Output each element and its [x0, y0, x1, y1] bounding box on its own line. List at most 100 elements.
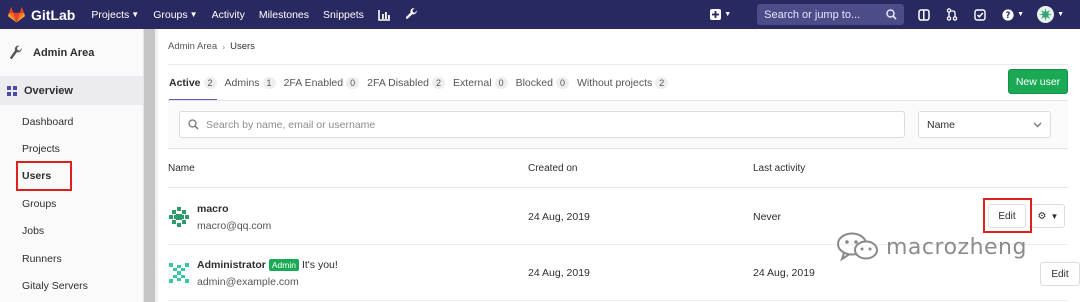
created-on-value: 24 Aug, 2019	[528, 211, 590, 223]
user-actions-dropdown[interactable]: ⚙ ▼	[1031, 204, 1065, 228]
tab-without-projects-count: 2	[655, 76, 669, 89]
last-activity-value: Never	[753, 211, 782, 223]
table-row: Administrator Admin It's you! admin@exam…	[168, 245, 1080, 301]
tab-external[interactable]: External 0	[453, 65, 508, 100]
nav-milestones[interactable]: Milestones	[259, 9, 309, 21]
tab-2fa-enabled-label: 2FA Enabled	[283, 76, 344, 89]
tab-without-projects[interactable]: Without projects 2	[576, 65, 669, 100]
sidebar-header-label: Admin Area	[33, 46, 95, 59]
user-name-link[interactable]: Administrator Admin It's you!	[197, 259, 338, 271]
top-navbar: GitLab Projects ▼ Groups ▼ Activity Milest…	[0, 0, 1080, 29]
chevron-down-icon: ▼	[1017, 11, 1025, 18]
wrench-icon	[10, 45, 22, 59]
table-row: macro macro@qq.com 24 Aug, 2019 Never Ed…	[168, 189, 1068, 245]
tab-active-count: 2	[203, 76, 217, 89]
breadcrumb-users[interactable]: Users	[230, 41, 255, 52]
user-name-link[interactable]: macro	[197, 203, 229, 215]
tab-active[interactable]: Active 2	[169, 65, 217, 101]
edit-highlight-box	[983, 198, 1032, 233]
sort-select[interactable]: Name	[918, 111, 1051, 138]
search-icon	[886, 9, 897, 20]
tab-blocked-label: Blocked	[515, 76, 553, 89]
nav-snippets[interactable]: Snippets	[323, 9, 364, 21]
nav-groups-label: Groups	[153, 8, 188, 21]
its-you-label: It's you!	[301, 259, 338, 271]
search-icon	[188, 119, 199, 130]
sidebar-header[interactable]: Admin Area	[0, 29, 143, 76]
avatar	[1037, 6, 1055, 23]
last-activity-value: 24 Aug, 2019	[753, 267, 815, 279]
svg-text:?: ?	[1006, 11, 1011, 21]
tab-admins-count: 1	[262, 76, 276, 89]
nav-groups[interactable]: Groups ▼	[153, 9, 197, 21]
sidebar-item-gitaly-servers[interactable]: Gitaly Servers	[0, 272, 143, 299]
tab-2fa-disabled[interactable]: 2FA Disabled 2	[367, 65, 446, 100]
sidebar-item-dashboard[interactable]: Dashboard	[0, 108, 143, 135]
chevron-down-icon: ▼	[189, 10, 198, 19]
tab-admins-label: Admins	[224, 76, 260, 89]
created-on-value: 24 Aug, 2019	[528, 267, 590, 279]
column-header-created: Created on	[528, 163, 578, 174]
nav-activity[interactable]: Activity	[212, 9, 245, 21]
tab-blocked-count: 0	[555, 76, 569, 89]
sidebar-item-projects[interactable]: Projects	[0, 135, 143, 162]
tab-active-label: Active	[169, 76, 201, 89]
column-header-activity: Last activity	[753, 163, 806, 174]
tab-2fa-disabled-count: 2	[432, 76, 446, 89]
wrench-icon[interactable]	[405, 8, 418, 21]
new-user-button[interactable]: New user	[1008, 69, 1068, 94]
tab-admins[interactable]: Admins 1	[225, 65, 276, 100]
sidebar-item-jobs[interactable]: Jobs	[0, 218, 143, 245]
user-name: Administrator	[197, 259, 266, 271]
filter-bar: Search by name, email or username Name	[168, 101, 1068, 149]
sort-select-value: Name	[927, 118, 956, 131]
user-search-input[interactable]: Search by name, email or username	[179, 111, 905, 138]
gitlab-home-link[interactable]: GitLab	[8, 7, 75, 23]
edit-user-button[interactable]: Edit	[1040, 262, 1080, 286]
user-email: admin@example.com	[197, 276, 299, 288]
chevron-right-icon: ›	[222, 41, 226, 52]
merge-request-icon[interactable]	[946, 8, 958, 21]
tab-external-label: External	[453, 76, 492, 89]
sidebar-overview-label: Overview	[24, 84, 73, 97]
admin-badge: Admin	[268, 259, 299, 271]
sidebar-scrollbar[interactable]	[144, 29, 155, 302]
sidebar-item-overview[interactable]: Overview	[0, 76, 143, 105]
sidebar-item-groups[interactable]: Groups	[0, 190, 143, 217]
tab-without-projects-label: Without projects	[576, 76, 653, 89]
avatar[interactable]	[168, 262, 190, 284]
gitlab-logo-icon	[8, 6, 25, 22]
chevron-down-icon: ▼	[1057, 11, 1064, 18]
breadcrumb: Admin Area › Users	[168, 41, 255, 52]
tab-2fa-disabled-label: 2FA Disabled	[367, 76, 430, 89]
breadcrumb-admin-area[interactable]: Admin Area	[168, 41, 217, 52]
nav-projects[interactable]: Projects ▼	[91, 9, 139, 21]
sidebar-item-runners[interactable]: Runners	[0, 245, 143, 272]
column-header-name: Name	[168, 163, 195, 174]
chevron-down-icon: ▼	[131, 10, 140, 19]
user-avatar-menu[interactable]: ▼	[1037, 6, 1064, 23]
global-search-input[interactable]: Search or jump to...	[757, 4, 905, 25]
help-icon[interactable]: ? ▼	[1002, 8, 1025, 21]
tab-2fa-enabled[interactable]: 2FA Enabled 0	[284, 65, 360, 100]
global-search-placeholder: Search or jump to...	[764, 8, 861, 21]
avatar[interactable]	[168, 206, 190, 228]
user-search-placeholder: Search by name, email or username	[206, 118, 376, 131]
sidebar-toggle-icon[interactable]	[918, 8, 930, 21]
tab-blocked[interactable]: Blocked 0	[516, 65, 569, 100]
chevron-down-icon	[1033, 122, 1042, 127]
user-name: macro	[197, 203, 229, 215]
todo-icon[interactable]	[974, 8, 986, 21]
main-content: Admin Area › Users Active 2 Admins 1 2FA E…	[158, 29, 1080, 302]
users-highlight-box	[16, 161, 72, 191]
user-tabs: Active 2 Admins 1 2FA Enabled 0 2FA Disable…	[169, 65, 669, 101]
tab-external-count: 0	[494, 76, 508, 89]
tab-2fa-enabled-count: 0	[346, 76, 360, 89]
chart-icon[interactable]	[378, 9, 391, 21]
caret-down-icon: ▼	[1050, 211, 1059, 221]
user-email: macro@qq.com	[197, 220, 272, 232]
nav-projects-label: Projects	[91, 8, 130, 21]
gear-icon: ⚙	[1037, 210, 1047, 222]
chevron-down-icon: ▼	[724, 11, 732, 18]
plus-dropdown-icon[interactable]: ▼	[710, 9, 731, 20]
